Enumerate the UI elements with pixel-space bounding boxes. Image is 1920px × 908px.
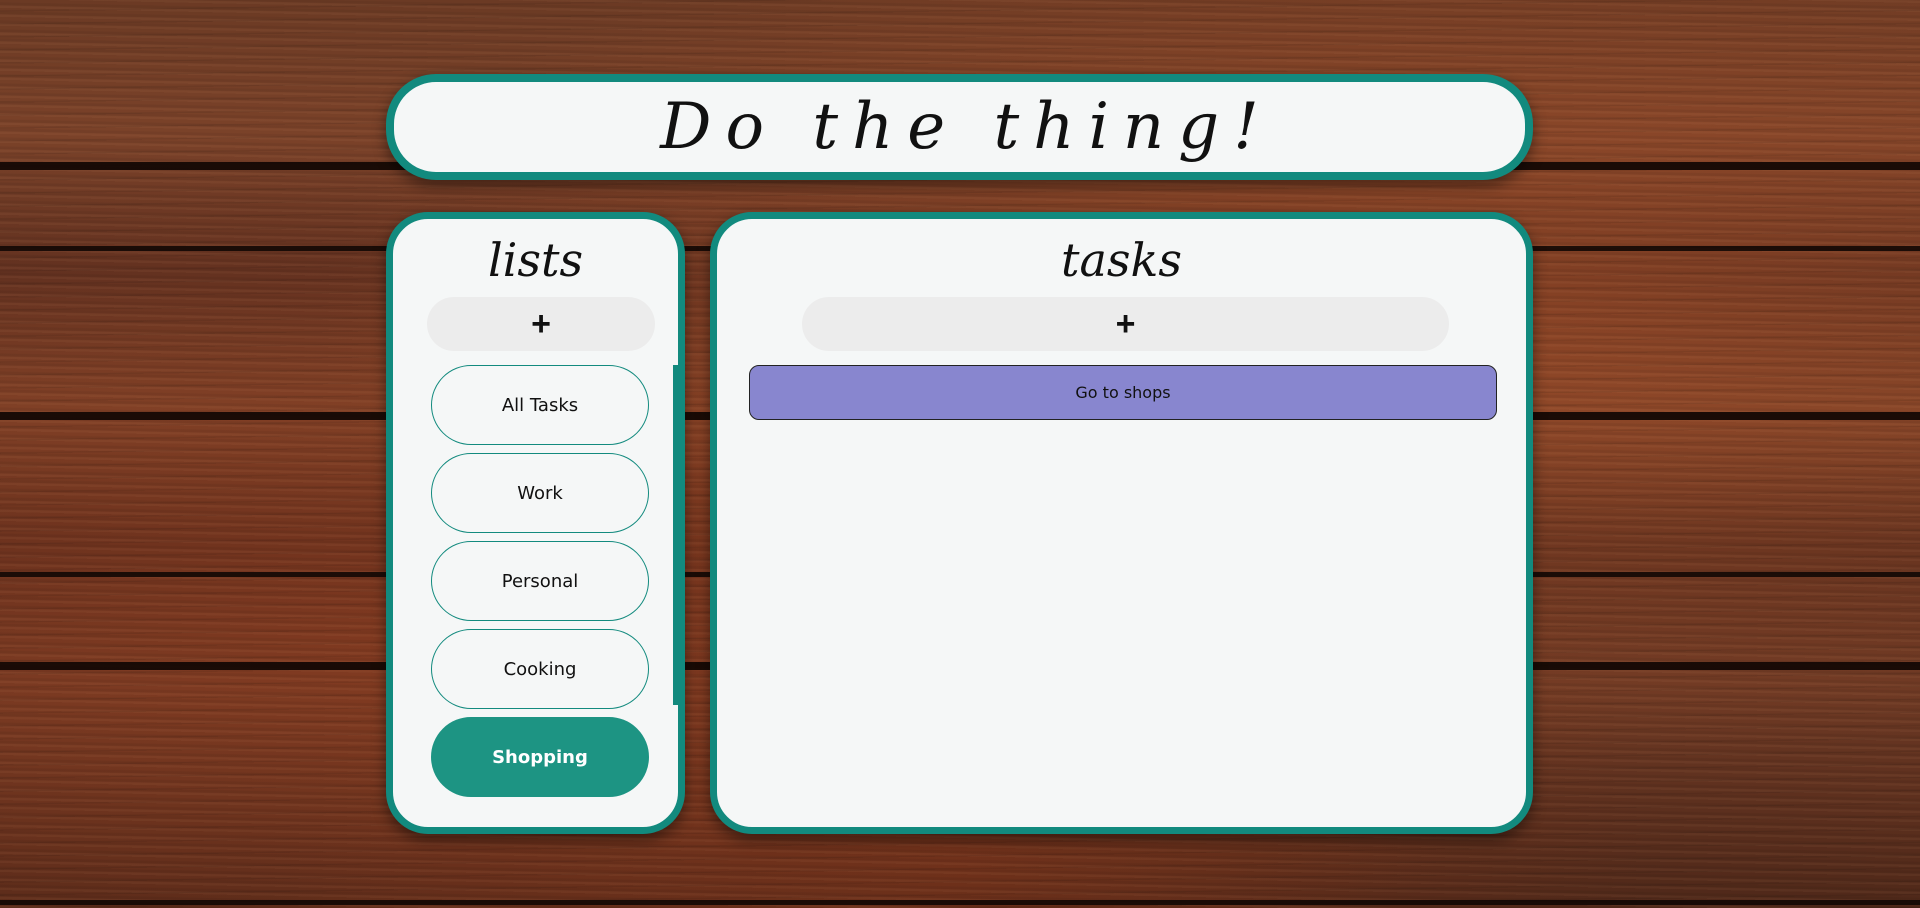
list-item-cooking[interactable]: Cooking	[431, 629, 649, 709]
wood-board-seam	[0, 900, 1920, 905]
task-item[interactable]: Go to shops	[749, 365, 1497, 420]
tasks-title: tasks	[1061, 233, 1182, 287]
list-item-label: Personal	[501, 570, 579, 592]
plus-icon: +	[531, 304, 551, 343]
add-task-button[interactable]: +	[802, 297, 1449, 351]
list-items-container: All Tasks Work Personal Cooking Shopping	[431, 365, 649, 815]
list-item-label: Work	[517, 482, 563, 504]
list-item-shopping[interactable]: Shopping	[431, 717, 649, 797]
header-banner: Do the thing!	[386, 74, 1533, 180]
list-item-work[interactable]: Work	[431, 453, 649, 533]
list-item-label: Shopping	[492, 746, 588, 768]
add-list-button[interactable]: +	[427, 297, 655, 351]
list-item-label: Cooking	[503, 658, 577, 680]
plus-icon: +	[1115, 304, 1136, 343]
list-item-all-tasks[interactable]: All Tasks	[431, 365, 649, 445]
tasks-panel: tasks + Go to shops	[710, 212, 1533, 834]
lists-scrollbar[interactable]	[673, 365, 685, 705]
list-item-label: All Tasks	[501, 394, 579, 416]
lists-panel: lists + All Tasks Work Personal Cooking …	[386, 212, 685, 834]
app-title: Do the thing!	[660, 90, 1273, 164]
task-label: Go to shops	[1075, 383, 1171, 402]
list-item-personal[interactable]: Personal	[431, 541, 649, 621]
lists-title: lists	[487, 233, 584, 287]
